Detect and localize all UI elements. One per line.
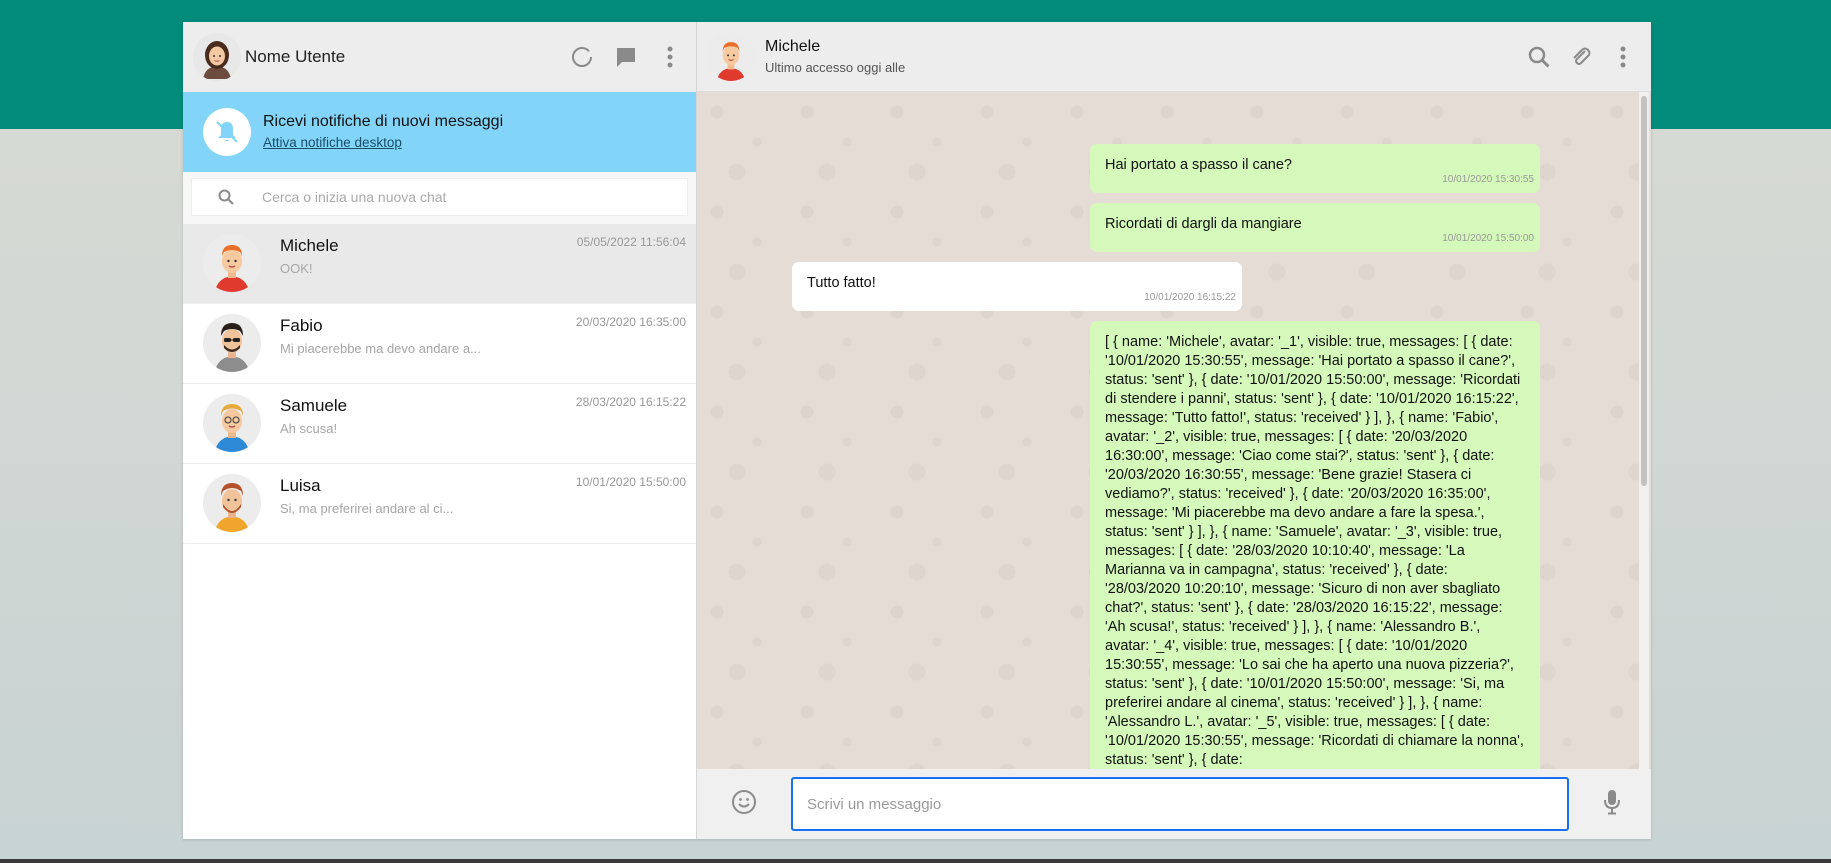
message-time: 10/01/2020 15:30:55 [1442,174,1534,185]
notification-icon-circle [203,108,251,156]
chat-panel: Michele Ultimo accesso oggi alle Hai por… [697,22,1651,839]
sidebar-header-icons [570,45,682,69]
message-scrollbar[interactable] [1639,92,1649,769]
contact-list: Michele OOK! 05/05/2022 11:56:04 Fabio M… [183,224,696,839]
message-text: [ { name: 'Michele', avatar: '_1', visib… [1105,334,1524,768]
contact-avatar [203,394,261,452]
contact-last-message: Mi piacerebbe ma devo andare a... [280,341,481,356]
message-received: Tutto fatto! 10/01/2020 16:15:22 [792,262,1242,311]
user-avatar-image [193,33,241,81]
message-input[interactable] [791,777,1569,831]
chat-icon[interactable] [614,45,638,69]
contact-name: Luisa [280,476,321,495]
contact-item-fabio[interactable]: Fabio Mi piacerebbe ma devo andare a... … [183,304,696,384]
notification-title: Ricevi notifiche di nuovi messaggi [263,112,504,130]
contact-avatar [203,314,261,372]
message-sent: Ricordati di dargli da mangiare 10/01/20… [1090,203,1540,252]
message-time: 10/01/2020 16:15:22 [1144,292,1236,303]
contact-last-message: OOK! [280,261,313,276]
menu-icon[interactable] [1611,45,1635,69]
message-text: Hai portato a spasso il cane? [1105,157,1292,173]
sidebar: Nome Utente Ricevi notifiche di nuovi me… [183,22,697,839]
contact-date: 20/03/2020 16:35:00 [575,315,686,329]
message-time: 10/01/2020 15:50:00 [1442,233,1534,244]
message-area[interactable]: Hai portato a spasso il cane? 10/01/2020… [697,92,1651,769]
emoji-icon[interactable] [731,789,757,820]
message-sent: [ { name: 'Michele', avatar: '_1', visib… [1090,321,1540,769]
chat-contact-name: Michele [765,38,821,55]
search-box [191,178,688,216]
menu-icon[interactable] [658,45,682,69]
chat-contact-avatar[interactable] [707,32,755,81]
contact-name: Fabio [280,316,323,335]
contact-item-samuele[interactable]: Samuele Ah scusa! 28/03/2020 16:15:22 [183,384,696,464]
chat-header: Michele Ultimo accesso oggi alle [697,22,1651,92]
message-composer [697,769,1651,839]
notification-banner: Ricevi notifiche di nuovi messaggi Attiv… [183,92,696,172]
contact-date: 10/01/2020 15:50:00 [575,475,686,489]
contact-last-message: Ah scusa! [280,421,338,436]
contact-last-message: Si, ma preferirei andare al ci... [280,501,454,516]
search-icon[interactable] [1527,45,1551,69]
contact-avatar [203,234,261,292]
message-text: Tutto fatto! [807,275,876,291]
search-icon [218,189,234,205]
user-name: Nome Utente [245,47,346,66]
contact-name: Michele [280,236,339,255]
sidebar-header: Nome Utente [183,22,696,92]
message-sent: Hai portato a spasso il cane? 10/01/2020… [1090,144,1540,193]
search-input[interactable] [261,189,661,205]
bell-off-icon [216,121,238,143]
scrollbar-thumb[interactable] [1641,96,1647,486]
attach-icon[interactable] [1569,45,1593,69]
chat-header-icons [1527,45,1635,69]
contact-name: Samuele [280,396,348,415]
contact-avatar [203,474,261,532]
contact-item-michele[interactable]: Michele OOK! 05/05/2022 11:56:04 [183,224,696,304]
microphone-icon[interactable] [1603,789,1621,820]
contact-item-luisa[interactable]: Luisa Si, ma preferirei andare al ci... … [183,464,696,544]
user-avatar[interactable] [193,33,241,81]
contact-date: 05/05/2022 11:56:04 [576,235,686,249]
status-icon[interactable] [570,45,594,69]
app-window: Nome Utente Ricevi notifiche di nuovi me… [183,22,1651,839]
chat-last-seen: Ultimo accesso oggi alle [765,60,906,75]
bottom-edge [0,859,1831,863]
enable-notifications-link[interactable]: Attiva notifiche desktop [263,135,402,150]
message-text: Ricordati di dargli da mangiare [1105,216,1302,232]
message-list: Hai portato a spasso il cane? 10/01/2020… [697,92,1635,769]
search-bar [183,172,696,224]
contact-date: 28/03/2020 16:15:22 [575,395,686,409]
